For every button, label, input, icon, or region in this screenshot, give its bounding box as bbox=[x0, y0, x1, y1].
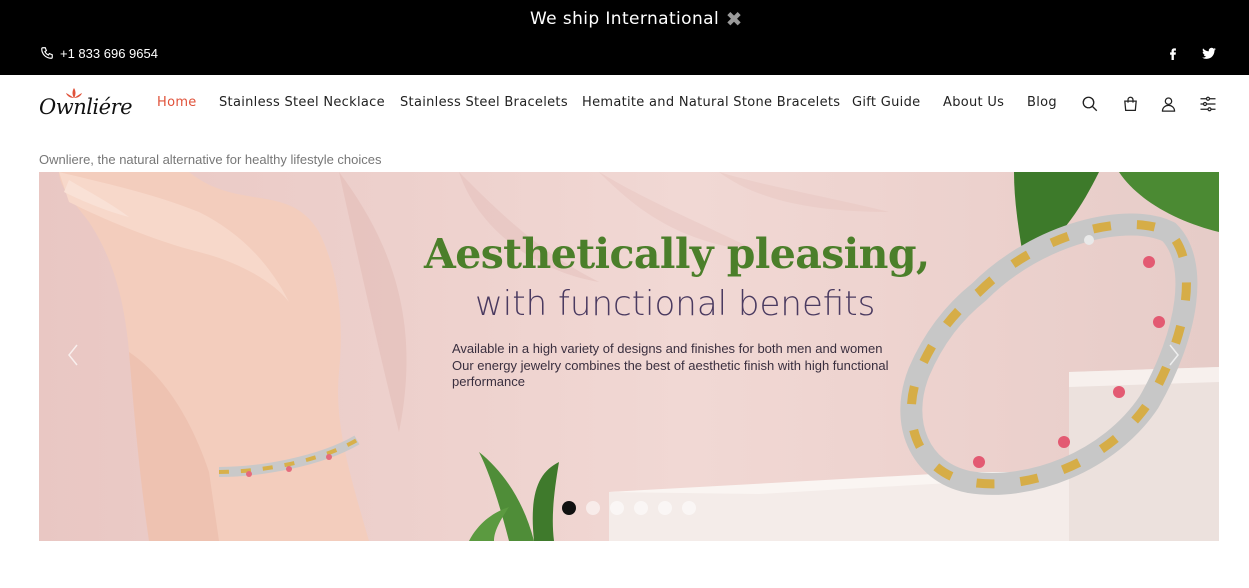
bag-icon[interactable] bbox=[1120, 94, 1140, 114]
nav-stainless-steel-necklace[interactable]: Stainless Steel Necklace bbox=[219, 95, 385, 113]
settings-sliders-icon[interactable] bbox=[1198, 94, 1218, 114]
twitter-icon[interactable] bbox=[1201, 44, 1217, 62]
hero-banner[interactable]: Aesthetically pleasing, with functional … bbox=[39, 172, 1219, 541]
slider-dot[interactable] bbox=[586, 501, 600, 515]
hero-subheadline: with functional benefits bbox=[475, 284, 876, 324]
slider-dot[interactable] bbox=[658, 501, 672, 515]
phone-contact[interactable]: +1 833 696 9654 bbox=[40, 43, 158, 63]
chevron-left-icon bbox=[68, 344, 78, 366]
logo-text: Ownliére bbox=[39, 95, 133, 119]
announcement: We ship International bbox=[0, 9, 1249, 29]
slider-next-button[interactable] bbox=[1166, 340, 1182, 370]
hero-description-line: Our energy jewelry combines the best of … bbox=[452, 357, 889, 373]
slider-dot[interactable] bbox=[610, 501, 624, 515]
hero-description-line: Available in a high variety of designs a… bbox=[452, 341, 883, 356]
nav-home[interactable]: Home bbox=[157, 95, 197, 113]
hero-headline: Aesthetically pleasing, bbox=[424, 230, 930, 278]
chevron-right-icon bbox=[1169, 344, 1179, 366]
hero-description-line: performance bbox=[452, 374, 525, 389]
logo[interactable]: Ownliére bbox=[39, 87, 135, 121]
nav-about-us[interactable]: About Us bbox=[943, 95, 1004, 113]
phone-number: +1 833 696 9654 bbox=[60, 45, 158, 61]
site-header: Ownliére Home Stainless Steel Necklace S… bbox=[0, 75, 1249, 133]
facebook-icon[interactable] bbox=[1166, 44, 1180, 62]
slider-prev-button[interactable] bbox=[65, 340, 81, 370]
slider-dot[interactable] bbox=[562, 501, 576, 515]
close-icon[interactable]: ✖ bbox=[724, 8, 744, 30]
announcement-text: We ship International bbox=[529, 9, 720, 29]
announcement-bar: We ship International ✖ +1 833 696 9654 bbox=[0, 0, 1249, 75]
slider-dot[interactable] bbox=[682, 501, 696, 515]
nav-blog[interactable]: Blog bbox=[1027, 95, 1057, 113]
phone-icon bbox=[41, 47, 53, 59]
account-icon[interactable] bbox=[1158, 94, 1178, 114]
slider-pagination bbox=[562, 501, 696, 515]
hero-description: Available in a high variety of designs a… bbox=[452, 341, 952, 391]
slider-dot[interactable] bbox=[634, 501, 648, 515]
tagline: Ownliere, the natural alternative for he… bbox=[39, 152, 382, 167]
nav-stainless-steel-bracelets[interactable]: Stainless Steel Bracelets bbox=[400, 95, 568, 113]
nav-gift-guide[interactable]: Gift Guide bbox=[852, 95, 920, 113]
nav-hematite-bracelets[interactable]: Hematite and Natural Stone Bracelets bbox=[582, 95, 840, 113]
search-icon[interactable] bbox=[1080, 94, 1100, 114]
